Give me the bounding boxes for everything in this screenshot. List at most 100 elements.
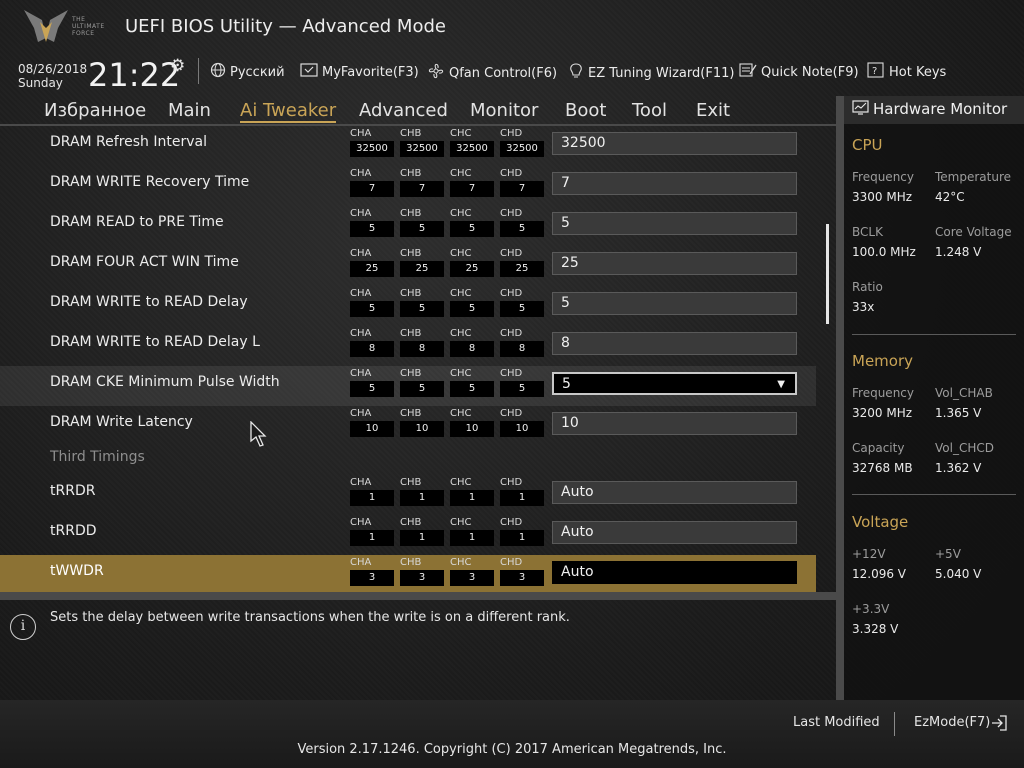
- setting-input[interactable]: 8: [552, 332, 797, 355]
- clock: 21:22: [88, 56, 181, 94]
- channel-value: 5: [450, 381, 494, 397]
- tab-main[interactable]: Main: [168, 100, 211, 121]
- channel-value: 5: [400, 221, 444, 237]
- channel-name: CHA: [350, 368, 372, 379]
- setting-label: DRAM CKE Minimum Pulse Width: [50, 374, 280, 390]
- date-display: 08/26/2018 Sunday: [18, 62, 87, 90]
- channel-readout: CHD 7: [500, 168, 544, 197]
- setting-dropdown[interactable]: 5 ▼: [552, 372, 797, 395]
- channel-readout: CHD 10: [500, 408, 544, 437]
- tab-tool[interactable]: Tool: [632, 100, 667, 121]
- setting-row[interactable]: tRRDR CHA 1 CHB 1 CHC 1 CHD 1 Auto: [0, 475, 816, 515]
- mouse-cursor-icon: [250, 421, 267, 447]
- channel-name: CHD: [500, 557, 523, 568]
- setting-row[interactable]: DRAM WRITE to READ Delay CHA 5 CHB 5 CHC 5 CHD 5…: [0, 286, 816, 326]
- channel-readout: CHD 25: [500, 248, 544, 277]
- channel-readout: CHC 5: [450, 288, 494, 317]
- capacity-value: 32768 MB: [852, 461, 913, 475]
- cpu-temperature-value: 42°C: [935, 190, 965, 204]
- setting-row[interactable]: DRAM FOUR ACT WIN Time CHA 25 CHB 25 CHC 25 CHD…: [0, 246, 816, 286]
- channel-readout: CHC 5: [450, 208, 494, 237]
- tab-ai-tweaker[interactable]: Ai Tweaker: [240, 100, 337, 123]
- setting-input[interactable]: 25: [552, 252, 797, 275]
- channel-value: 3: [400, 570, 444, 586]
- gear-icon[interactable]: ⚙: [170, 56, 185, 76]
- setting-value: 32500: [561, 135, 606, 151]
- channel-value: 3: [450, 570, 494, 586]
- channel-readout: CHA 8: [350, 328, 394, 357]
- setting-value: 8: [561, 335, 570, 351]
- help-panel: i Sets the delay between write transacti…: [0, 600, 836, 700]
- setting-value: 10: [561, 415, 579, 431]
- app-title: UEFI BIOS Utility — Advanced Mode: [125, 16, 446, 37]
- setting-row[interactable]: DRAM READ to PRE Time CHA 5 CHB 5 CHC 5 CHD 5 5: [0, 206, 816, 246]
- version-text: Version 2.17.1246. Copyright (C) 2017 Am…: [297, 742, 727, 757]
- channel-value: 5: [350, 301, 394, 317]
- channel-name: CHA: [350, 288, 372, 299]
- setting-input[interactable]: Auto: [552, 561, 797, 584]
- setting-label: DRAM WRITE Recovery Time: [50, 174, 250, 190]
- channel-name: CHD: [500, 477, 523, 488]
- channel-value: 8: [400, 341, 444, 357]
- channel-readout: CHA 7: [350, 168, 394, 197]
- setting-row[interactable]: DRAM Refresh Interval CHA 32500 CHB 32500 CHC…: [0, 126, 816, 166]
- channel-value: 25: [400, 261, 444, 277]
- myfavorite-label: MyFavorite(F3): [322, 64, 419, 80]
- setting-input[interactable]: Auto: [552, 481, 797, 504]
- last-modified-button[interactable]: Last Modified: [793, 715, 880, 730]
- channel-value: 10: [500, 421, 544, 437]
- channel-value: 7: [350, 181, 394, 197]
- divider: [852, 334, 1016, 335]
- language-button[interactable]: Русский: [210, 62, 285, 82]
- setting-row[interactable]: tWWDR CHA 3 CHB 3 CHC 3 CHD 3 Auto: [0, 555, 816, 592]
- channel-name: CHB: [400, 248, 422, 259]
- channel-value: 5: [450, 221, 494, 237]
- channel-value: 32500: [400, 141, 444, 157]
- hot-keys-button[interactable]: ? Hot Keys: [867, 62, 946, 82]
- tab-exit[interactable]: Exit: [696, 100, 730, 121]
- channel-name: CHB: [400, 517, 422, 528]
- setting-label: tRRDD: [50, 523, 97, 539]
- channel-readout: CHB 10: [400, 408, 444, 437]
- channel-value: 32500: [350, 141, 394, 157]
- setting-row[interactable]: DRAM WRITE to READ Delay L CHA 8 CHB 8 CHC 8 CH…: [0, 326, 816, 366]
- vol-chab-value: 1.365 V: [935, 406, 982, 420]
- core-voltage-label: Core Voltage: [935, 225, 1012, 239]
- bclk-label: BCLK: [852, 225, 883, 239]
- channel-name: CHD: [500, 328, 523, 339]
- scrollbar-thumb[interactable]: [826, 224, 829, 324]
- setting-input[interactable]: 10: [552, 412, 797, 435]
- myfavorite-button[interactable]: MyFavorite(F3): [300, 62, 419, 82]
- setting-input[interactable]: 5: [552, 292, 797, 315]
- qfan-button[interactable]: Qfan Control(F6): [427, 62, 557, 84]
- channel-name: CHA: [350, 168, 372, 179]
- channel-readout: CHA 5: [350, 288, 394, 317]
- setting-input[interactable]: 5: [552, 212, 797, 235]
- channel-name: CHD: [500, 368, 523, 379]
- channel-name: CHB: [400, 557, 422, 568]
- ez-tuning-button[interactable]: EZ Tuning Wizard(F11): [568, 62, 734, 84]
- channel-value: 1: [450, 490, 494, 506]
- ez-mode-button[interactable]: EzMode(F7): [914, 715, 990, 730]
- memory-section-title: Memory: [852, 352, 914, 370]
- setting-input[interactable]: 7: [552, 172, 797, 195]
- tab-monitor[interactable]: Monitor: [470, 100, 538, 121]
- channel-readout: CHB 8: [400, 328, 444, 357]
- exit-arrow-icon[interactable]: [990, 714, 1008, 736]
- hardware-monitor-panel: Hardware Monitor CPU Frequency 3300 MHz …: [836, 96, 1024, 700]
- setting-row[interactable]: DRAM WRITE Recovery Time CHA 7 CHB 7 CHC 7 CHD 7…: [0, 166, 816, 206]
- setting-input[interactable]: Auto: [552, 521, 797, 544]
- setting-value: 7: [561, 175, 570, 191]
- tab-boot[interactable]: Boot: [565, 100, 606, 121]
- channel-name: CHD: [500, 248, 523, 259]
- cpu-temperature-label: Temperature: [935, 170, 1012, 184]
- quick-note-button[interactable]: Quick Note(F9): [739, 62, 859, 82]
- tab-favorites[interactable]: Избранное: [44, 100, 146, 121]
- channel-value: 8: [500, 341, 544, 357]
- setting-row[interactable]: DRAM CKE Minimum Pulse Width CHA 5 CHB 5 CHC 5…: [0, 366, 816, 406]
- setting-input[interactable]: 32500: [552, 132, 797, 155]
- setting-row[interactable]: tRRDD CHA 1 CHB 1 CHC 1 CHD 1 Auto: [0, 515, 816, 555]
- tab-advanced[interactable]: Advanced: [359, 100, 448, 121]
- channel-readout: CHC 1: [450, 477, 494, 506]
- setting-row[interactable]: DRAM Write Latency CHA 10 CHB 10 CHC 10 CHD 10 10: [0, 406, 816, 446]
